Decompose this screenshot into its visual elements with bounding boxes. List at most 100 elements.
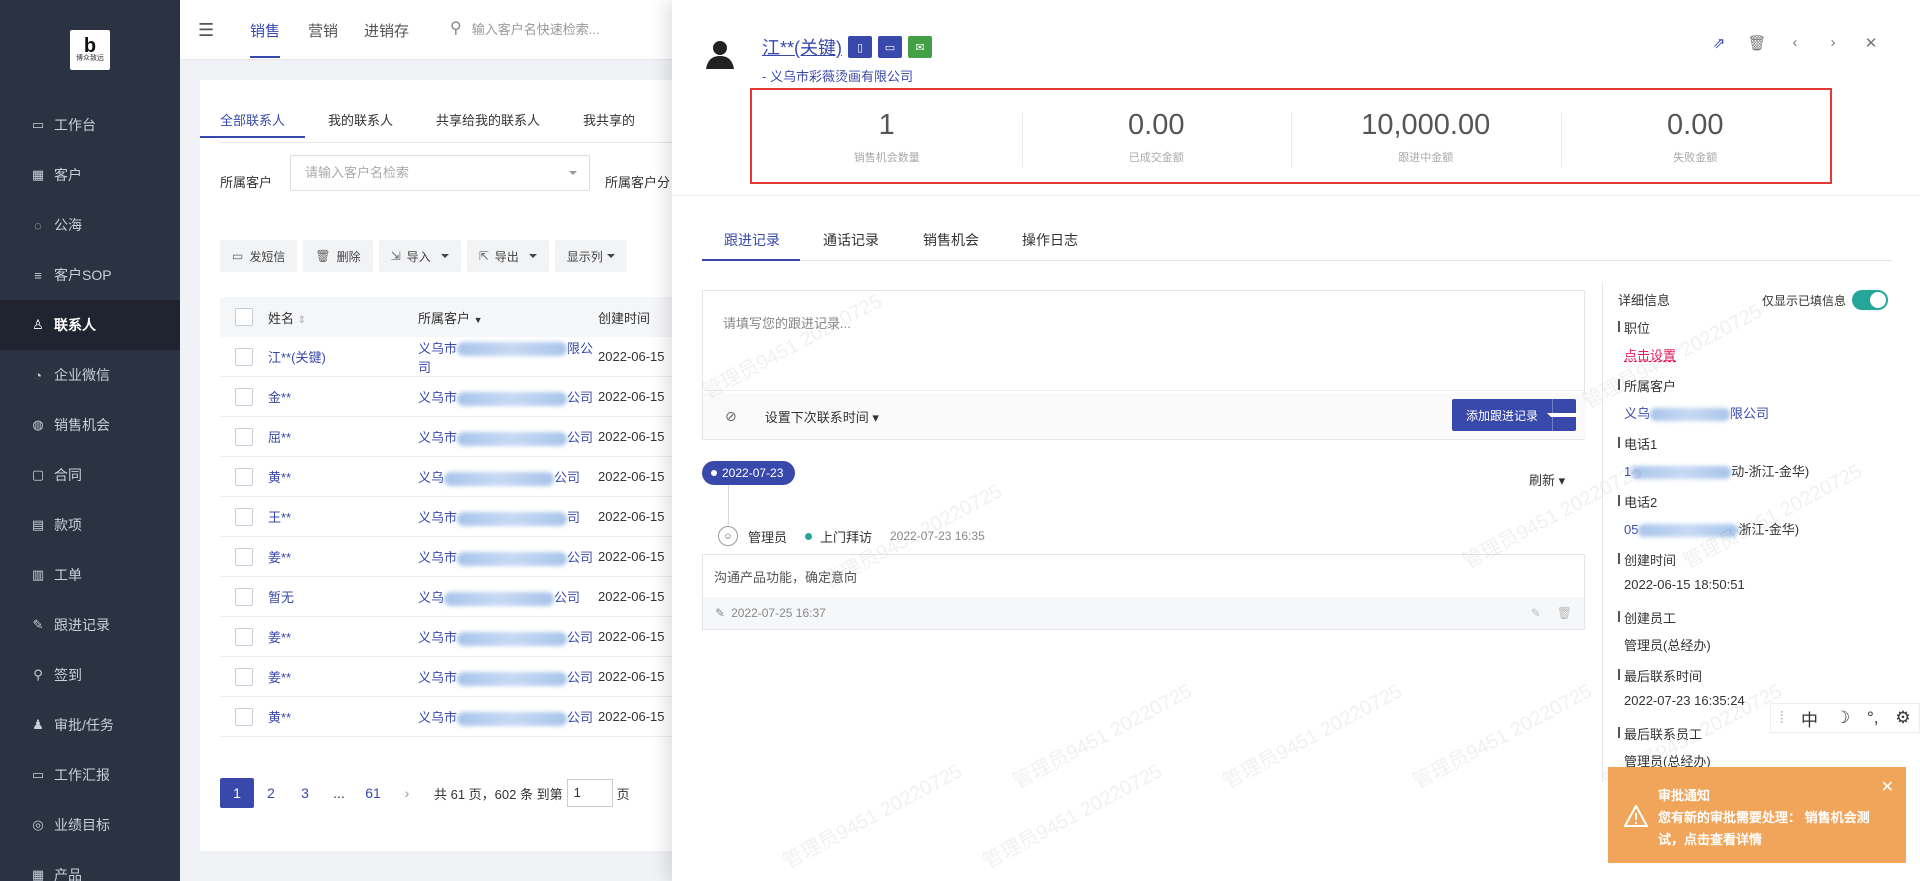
row-checkbox[interactable]	[235, 507, 253, 526]
customer-filter-select[interactable]: 请输入客户名检索	[290, 155, 590, 191]
previous-icon[interactable]: ‹	[1776, 34, 1814, 52]
add-options-dropdown[interactable]	[1546, 399, 1583, 431]
row-checkbox[interactable]	[235, 467, 253, 486]
customer-link[interactable]: 义乌 限公司	[1618, 403, 1769, 422]
phone-2-value[interactable]: 05 浙江-金华)	[1618, 519, 1799, 538]
row-checkbox[interactable]	[235, 587, 253, 606]
email-icon[interactable]: ✉	[908, 36, 932, 58]
contact-company-link[interactable]: - 义乌市彩薇烫画有限公司	[762, 66, 913, 85]
tab-follow-ups[interactable]: 跟进记录	[724, 230, 780, 250]
phone-1-value[interactable]: 1 动-浙江-金华)	[1618, 461, 1809, 480]
customer-link[interactable]: 义乌市 公司	[418, 427, 598, 446]
sidebar-item-follow-ups[interactable]: ✎ 跟进记录	[0, 600, 180, 650]
row-checkbox[interactable]	[235, 427, 253, 446]
row-checkbox[interactable]	[235, 627, 253, 646]
filter-caret-icon[interactable]: ▼	[474, 315, 483, 325]
column-header-customer[interactable]: 所属客户 ▼	[418, 308, 598, 327]
sort-icon[interactable]: ⇕	[298, 315, 306, 326]
customer-link[interactable]: 义乌市 公司	[418, 387, 598, 406]
contact-name-link[interactable]: 王**	[268, 507, 418, 526]
customer-link[interactable]: 义乌市 公司	[418, 547, 598, 566]
notice-text[interactable]: 您有新的审批需要处理： 销售机会测试，点击查看详情	[1658, 807, 1894, 851]
table-row[interactable]: 江**(关键) 义乌市 限公司 2022-06-15	[220, 337, 720, 377]
subtab-shared-with-me[interactable]: 共享给我的联系人	[436, 110, 540, 129]
contact-name-link[interactable]: 黄**	[268, 707, 418, 726]
only-filled-toggle[interactable]: 仅显示已填信息	[1762, 290, 1888, 310]
contact-name-link[interactable]: 屈**	[268, 427, 418, 446]
subtab-shared-by-me[interactable]: 我共享的	[583, 110, 635, 129]
sidebar-item-targets[interactable]: ◎ 业绩目标	[0, 800, 180, 850]
sidebar-item-reports[interactable]: ▭ 工作汇报	[0, 750, 180, 800]
delete-button[interactable]: 🗑 删除	[303, 240, 373, 272]
row-checkbox[interactable]	[235, 667, 253, 686]
sidebar-item-customers[interactable]: ▦ 客户	[0, 150, 180, 200]
contact-name-link[interactable]: 暂无	[268, 587, 418, 606]
sidebar-item-products[interactable]: ▦ 产品	[0, 850, 180, 881]
ime-punctuation-icon[interactable]: °,	[1867, 708, 1879, 728]
trash-icon[interactable]: 🗑	[1557, 606, 1572, 620]
page-2[interactable]: 2	[254, 778, 288, 808]
row-checkbox[interactable]	[235, 347, 253, 366]
ime-grip-icon[interactable]: ⁞	[1779, 708, 1784, 728]
close-icon[interactable]: ✕	[1852, 34, 1890, 52]
table-row[interactable]: 黄** 义乌市 公司 2022-06-15	[220, 697, 720, 737]
customer-link[interactable]: 义乌 公司	[418, 467, 598, 486]
sidebar-item-customer-sop[interactable]: ≡ 客户SOP	[0, 250, 180, 300]
row-checkbox[interactable]	[235, 707, 253, 726]
contact-name[interactable]: 江**(关键)	[762, 34, 842, 60]
row-checkbox[interactable]	[235, 387, 253, 406]
next-icon[interactable]: ›	[1814, 34, 1852, 52]
refresh-dropdown[interactable]: 刷新 ▾	[1529, 470, 1565, 489]
phone-icon[interactable]: ▯	[848, 36, 872, 58]
share-icon[interactable]: ⇗	[1700, 34, 1738, 52]
app-logo[interactable]: b 博众致远	[70, 30, 110, 70]
toggle-switch[interactable]	[1852, 290, 1888, 310]
table-row[interactable]: 金** 义乌市 公司 2022-06-15	[220, 377, 720, 417]
customer-link[interactable]: 义乌市 公司	[418, 627, 598, 646]
contact-name-link[interactable]: 姜**	[268, 547, 418, 566]
subtab-all-contacts[interactable]: 全部联系人	[199, 110, 306, 138]
contact-name-link[interactable]: 黄**	[268, 467, 418, 486]
import-button[interactable]: ⇲ 导入	[378, 240, 461, 272]
message-icon[interactable]: ▭	[878, 36, 902, 58]
sidebar-item-checkin[interactable]: ⚲ 签到	[0, 650, 180, 700]
tab-marketing[interactable]: 营销	[308, 20, 338, 41]
column-header-name[interactable]: 姓名 ⇕	[268, 308, 418, 327]
page-goto-input[interactable]: 1	[566, 779, 613, 807]
follow-up-textarea[interactable]: 请填写您的跟进记录...	[703, 291, 1584, 391]
tab-opportunities[interactable]: 销售机会	[923, 230, 979, 250]
sidebar-item-opportunities[interactable]: ◍ 销售机会	[0, 400, 180, 450]
customer-link[interactable]: 义乌市 公司	[418, 707, 598, 726]
sidebar-item-public-sea[interactable]: ◌ 公海	[0, 200, 180, 250]
next-page-icon[interactable]: ›	[390, 778, 424, 808]
close-icon[interactable]: ✕	[1881, 777, 1894, 797]
next-contact-time-dropdown[interactable]: 设置下次联系时间 ▾	[765, 407, 879, 426]
approval-notification[interactable]: 审批通知 您有新的审批需要处理： 销售机会测试，点击查看详情 ✕	[1608, 767, 1906, 863]
customer-link[interactable]: 义乌市 公司	[418, 667, 598, 686]
tab-sales[interactable]: 销售	[250, 20, 281, 58]
contact-name-link[interactable]: 姜**	[268, 627, 418, 646]
sidebar-item-payments[interactable]: ▤ 款项	[0, 500, 180, 550]
contact-name-link[interactable]: 金**	[268, 387, 418, 406]
sidebar-item-workbench[interactable]: ▭ 工作台	[0, 100, 180, 150]
table-row[interactable]: 暂无 义乌 公司 2022-06-15	[220, 577, 720, 617]
add-follow-up-button[interactable]: 添加跟进记录	[1451, 399, 1583, 431]
menu-collapse-icon[interactable]: ☰	[198, 20, 214, 41]
table-row[interactable]: 姜** 义乌市 公司 2022-06-15	[220, 537, 720, 577]
tab-inventory[interactable]: 进销存	[364, 20, 409, 41]
table-row[interactable]: 王** 义乌市司 2022-06-15	[220, 497, 720, 537]
customer-link[interactable]: 义乌市 限公司	[418, 338, 598, 376]
sidebar-item-approvals[interactable]: ♟ 审批/任务	[0, 700, 180, 750]
row-checkbox[interactable]	[235, 547, 253, 566]
send-sms-button[interactable]: ▭ 发短信	[220, 240, 298, 272]
tab-operation-log[interactable]: 操作日志	[1022, 230, 1078, 250]
ime-moon-icon[interactable]: ☽	[1835, 708, 1850, 728]
attachment-icon[interactable]: ⊘	[725, 408, 737, 425]
global-search[interactable]: ⚲ 输入客户名快速检索...	[450, 18, 600, 38]
search-input[interactable]: 输入客户名快速检索...	[472, 19, 600, 38]
table-row[interactable]: 黄** 义乌 公司 2022-06-15	[220, 457, 720, 497]
select-all-checkbox[interactable]	[235, 308, 253, 326]
page-1[interactable]: 1	[220, 778, 254, 808]
columns-button[interactable]: 显示列	[554, 240, 627, 272]
subtab-my-contacts[interactable]: 我的联系人	[328, 110, 393, 129]
